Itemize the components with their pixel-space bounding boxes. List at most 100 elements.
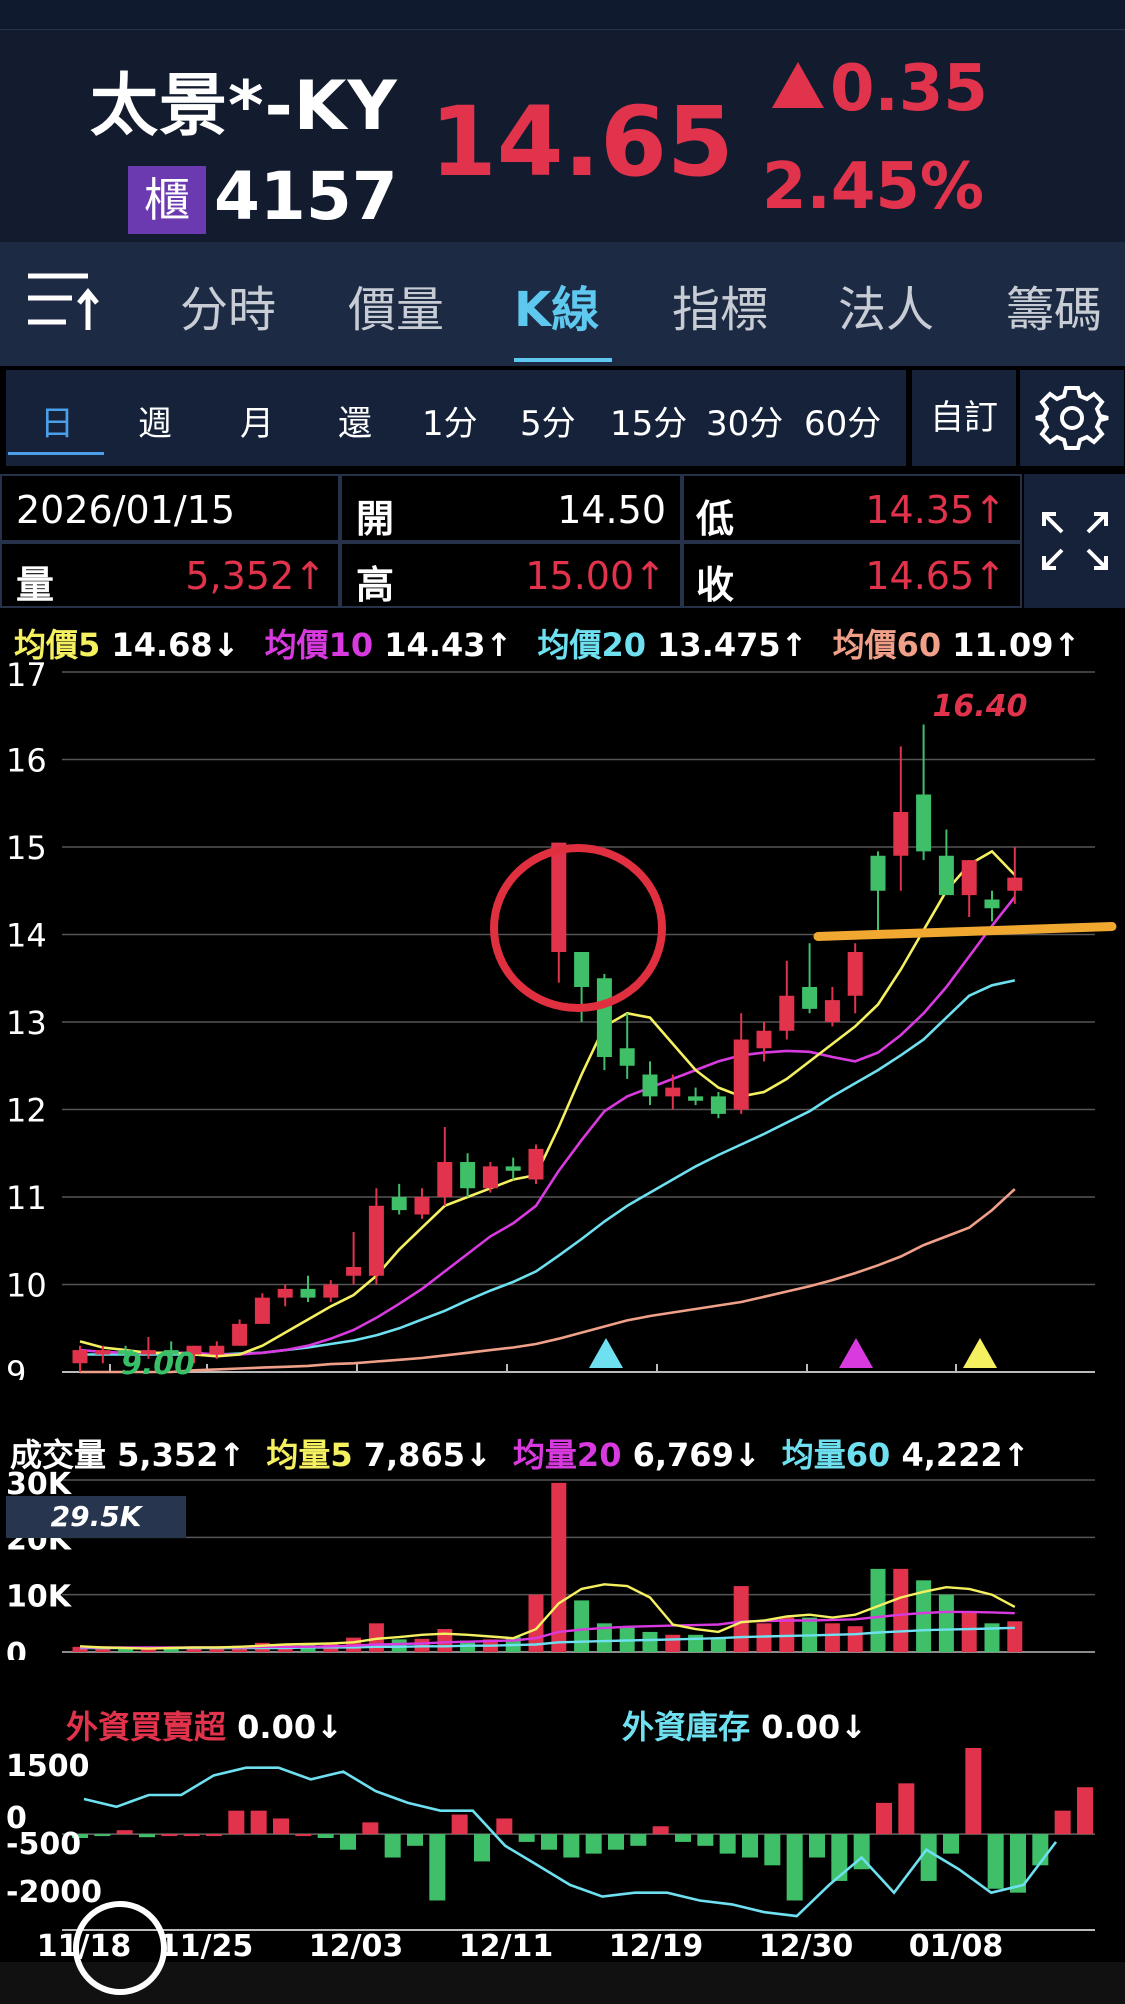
mv60-label: 均量60 [781, 1436, 891, 1474]
candle-body [756, 1030, 772, 1049]
foreign-legend: 外資買賣超 0.00↓ [66, 1702, 343, 1748]
candle-body [368, 1205, 384, 1276]
price-tick-label: 16 [6, 742, 47, 780]
volume-max-label: 29.5K [6, 1496, 186, 1538]
candle-body [300, 1288, 316, 1298]
period-month[interactable]: 月 [240, 396, 274, 445]
date-tick-label: 12/19 [609, 1929, 703, 1962]
volume-bar [847, 1626, 863, 1652]
sort-menu-icon[interactable] [26, 270, 102, 332]
quote-open-value: 14.50 [557, 488, 666, 532]
custom-period-button[interactable]: 自訂 [912, 370, 1016, 466]
foreign-tick-label: 1500 [6, 1749, 90, 1784]
quote-date: 2026/01/15 [16, 488, 236, 532]
foreign-net-bar [250, 1810, 267, 1835]
period-adjusted[interactable]: 還 [338, 396, 372, 445]
foreign-net-bar [764, 1834, 781, 1866]
settings-button[interactable] [1020, 370, 1124, 466]
fullscreen-button[interactable] [1024, 474, 1125, 608]
quote-low-label: 低 [696, 497, 735, 541]
foreign-net-bar [652, 1826, 669, 1835]
foreign-net-bar [809, 1834, 825, 1858]
period-30min[interactable]: 30分 [706, 396, 783, 445]
volume-tick-label: 0 [6, 1637, 27, 1660]
foreign-net-bar [340, 1834, 356, 1850]
ma5-value: 14.68↓ [111, 626, 240, 664]
kline-price-chart[interactable]: 17 16 15 14 13 12 11 10 9 16.40 9.00 [0, 660, 1125, 1380]
tab-price-volume[interactable]: 價量 [348, 270, 444, 340]
gear-icon [1035, 386, 1109, 450]
volume-bar [938, 1594, 954, 1652]
foreign-net-bar [317, 1834, 334, 1838]
candle-body [505, 1166, 521, 1171]
period-15min[interactable]: 15分 [610, 396, 687, 445]
foreign-net-bar [630, 1834, 647, 1846]
candle-body [665, 1087, 681, 1097]
period-1min[interactable]: 1分 [422, 396, 478, 445]
price-change: 0.35 [772, 52, 988, 126]
volume-bar [642, 1631, 658, 1652]
tab-indicators[interactable]: 指標 [672, 270, 768, 340]
candle-body [528, 1148, 544, 1180]
date-tick-label: 12/03 [309, 1929, 403, 1962]
candle-body [961, 860, 977, 896]
quote-close-label: 收 [696, 563, 735, 607]
market-badge: 櫃 [128, 166, 206, 234]
up-triangle-icon [772, 62, 824, 108]
stock-name: 太景*-KY [90, 67, 398, 146]
tab-chips[interactable]: 籌碼 [1006, 270, 1102, 340]
mv5-label: 均量5 [266, 1436, 353, 1474]
candle-body [1007, 877, 1023, 891]
foreign-net-bar [541, 1834, 557, 1850]
candle-body [482, 1166, 498, 1189]
period-day[interactable]: 日 [40, 396, 74, 445]
mv5-value: 7,865↓ [363, 1436, 492, 1474]
foreign-net-bar [876, 1802, 892, 1835]
candle-body [870, 855, 886, 891]
foreign-net-bar [407, 1834, 423, 1846]
quote-high-label: 高 [356, 563, 395, 607]
price-tick-label: 15 [6, 829, 47, 867]
foreign-net-bar [898, 1783, 915, 1835]
ma20-line [80, 979, 1016, 1356]
volume-bar [574, 1600, 590, 1652]
tab-kline[interactable]: K線 [514, 270, 599, 340]
ma20-label: 均價20 [537, 626, 646, 664]
candle-body [733, 1039, 749, 1110]
ma10-line [79, 896, 1016, 1356]
tab-active-indicator [514, 358, 612, 362]
date-tick-label: 11/25 [159, 1929, 253, 1962]
candle-body [254, 1297, 270, 1324]
ma5-line [79, 849, 1016, 1358]
candle-body [323, 1284, 339, 1298]
tab-institutional[interactable]: 法人 [838, 270, 934, 340]
candle-body [414, 1197, 430, 1215]
last-price: 14.65 [430, 86, 734, 198]
min-price-label: 9.00 [121, 1347, 195, 1380]
foreign-net-bar [563, 1834, 580, 1858]
period-week[interactable]: 週 [138, 396, 172, 445]
candle-body [802, 987, 818, 1009]
ma10-label: 均價10 [264, 626, 374, 664]
foreign-net-bar [451, 1814, 468, 1835]
foreign-net-bar [697, 1834, 714, 1846]
volume-bar [824, 1623, 840, 1652]
foreign-net-bar [1054, 1810, 1071, 1835]
foreign-net-value: 0.00↓ [237, 1708, 343, 1746]
foreign-net-bar [384, 1834, 401, 1858]
candle-body [596, 978, 612, 1057]
period-60min[interactable]: 60分 [804, 396, 881, 445]
mv60-value: 4,222↑ [901, 1436, 1030, 1474]
price-change-value: 0.35 [830, 52, 988, 126]
volume-bar [710, 1637, 726, 1652]
tab-intraday[interactable]: 分時 [180, 270, 276, 340]
ma20-value: 13.475↑ [657, 626, 808, 664]
ma60-value: 11.09↑ [952, 626, 1081, 664]
candle-body [824, 1000, 840, 1022]
candle-body [619, 1048, 635, 1066]
candle-body [893, 812, 909, 856]
period-5min[interactable]: 5分 [520, 396, 576, 445]
foreign-net-bar [786, 1834, 803, 1901]
ma60-label: 均價60 [832, 626, 942, 664]
candle-body [232, 1323, 248, 1346]
